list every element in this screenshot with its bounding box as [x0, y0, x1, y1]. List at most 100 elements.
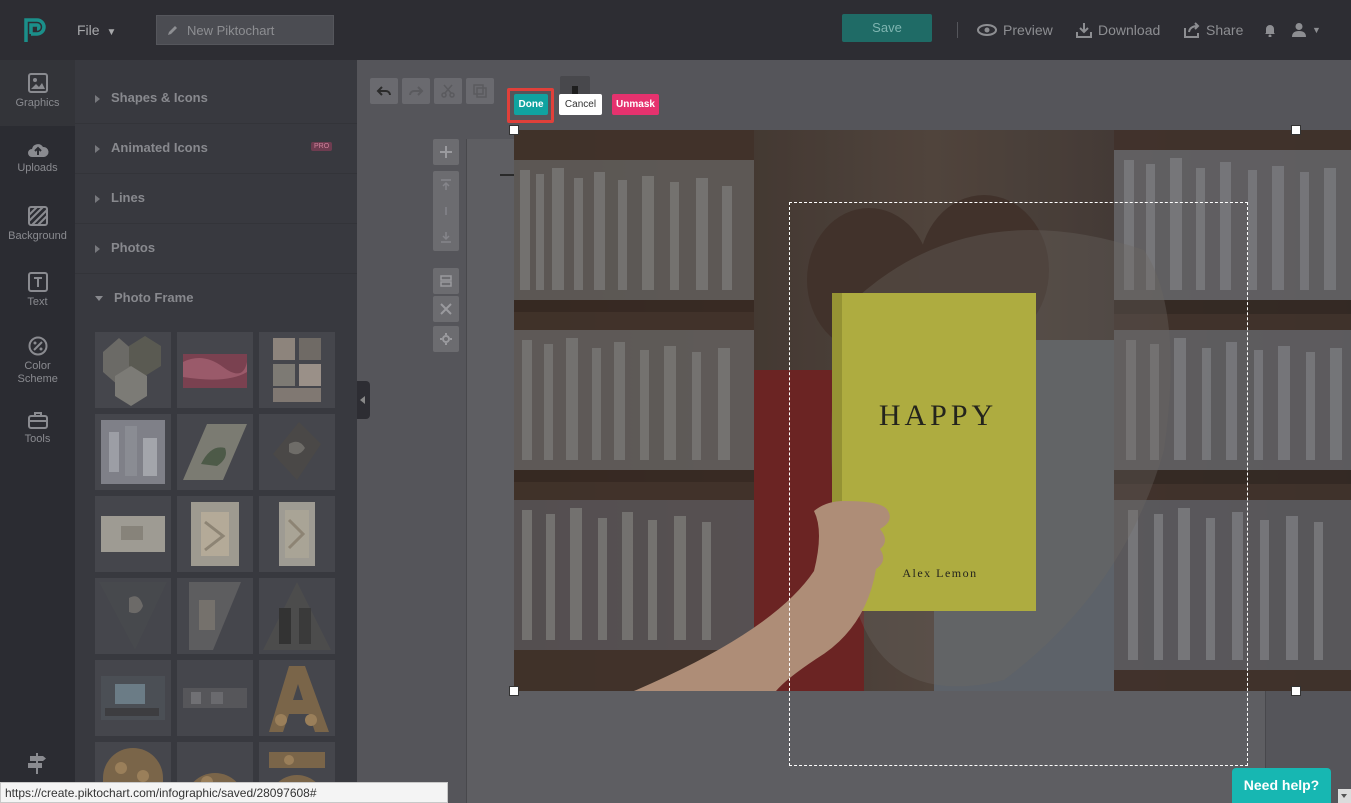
share-icon — [1184, 22, 1200, 38]
cancel-button[interactable]: Cancel — [559, 94, 602, 115]
mask-frame-selection[interactable] — [789, 202, 1248, 766]
photo-frame-thumbnail[interactable] — [177, 578, 253, 654]
rail-item-uploads[interactable]: Uploads — [0, 142, 75, 174]
cloud-upload-icon — [27, 144, 49, 157]
resize-handle-top-right[interactable] — [1291, 125, 1301, 135]
unmask-button[interactable]: Unmask — [612, 94, 659, 115]
status-url: https://create.piktochart.com/infographi… — [0, 782, 448, 803]
photo-frame-thumbnail[interactable] — [95, 660, 171, 736]
piktochart-logo[interactable] — [22, 16, 48, 44]
reorder-icon[interactable] — [440, 205, 452, 217]
resize-handle-top-left[interactable] — [509, 125, 519, 135]
redo-icon — [409, 86, 424, 96]
rail-item-color-scheme[interactable]: Color Scheme — [0, 336, 75, 386]
scroll-down-arrow[interactable] — [1338, 789, 1351, 803]
panel-collapse-toggle[interactable] — [357, 381, 370, 419]
divider — [75, 223, 357, 224]
add-page-button[interactable] — [433, 139, 459, 165]
photo-frame-thumbnail[interactable] — [95, 332, 171, 408]
left-rail: Graphics Uploads Background Text Color S… — [0, 60, 75, 803]
divider — [957, 22, 958, 38]
bell-icon[interactable] — [1264, 23, 1276, 37]
share-label: Share — [1206, 22, 1244, 38]
photo-frame-thumbnail[interactable] — [177, 496, 253, 572]
done-button[interactable]: Done — [514, 94, 548, 115]
pro-badge: PRO — [311, 142, 333, 151]
chevron-down-icon: ▼ — [106, 27, 117, 38]
rail-item-background[interactable]: Background — [0, 206, 75, 242]
share-button[interactable]: Share — [1184, 22, 1243, 38]
resize-handle-bottom-right[interactable] — [1291, 686, 1301, 696]
delete-block-button[interactable] — [433, 296, 459, 322]
resize-handle-bottom-left[interactable] — [509, 686, 519, 696]
photo-frame-thumbnail[interactable] — [95, 578, 171, 654]
move-up-icon[interactable] — [440, 179, 452, 191]
photo-frame-thumbnail[interactable] — [95, 414, 171, 490]
photo-frame-thumbnail[interactable] — [259, 496, 335, 572]
save-button[interactable]: Save — [842, 14, 932, 42]
copy-button[interactable] — [466, 78, 494, 104]
move-down-icon[interactable] — [440, 231, 452, 243]
rail-item-tools[interactable]: Tools — [0, 411, 75, 445]
palette-icon — [28, 336, 47, 356]
user-icon — [1292, 23, 1306, 37]
divider — [75, 273, 357, 274]
caret-right-icon — [95, 244, 100, 253]
preview-button[interactable]: Preview — [977, 22, 1053, 38]
text-icon — [27, 272, 48, 292]
caret-right-icon — [95, 144, 100, 153]
download-button[interactable]: Download — [1076, 22, 1160, 38]
top-bar: File ▼ New Piktochart Save Preview Downl… — [0, 0, 1351, 60]
photo-frame-thumbnail[interactable] — [259, 414, 335, 490]
block-move-controls — [433, 171, 459, 251]
category-photo-frame[interactable]: Photo Frame — [95, 290, 193, 305]
rail-item-label: Background — [8, 230, 67, 242]
divider — [75, 123, 357, 124]
toolbox-icon — [27, 412, 48, 429]
photo-frame-thumbnail[interactable] — [177, 332, 253, 408]
rail-item-label: Tools — [24, 433, 51, 445]
download-icon — [1076, 23, 1092, 38]
category-label: Animated Icons — [111, 140, 208, 155]
photo-frame-thumbnail[interactable] — [259, 578, 335, 654]
file-menu[interactable]: File ▼ — [77, 22, 116, 38]
copy-icon — [473, 84, 487, 98]
category-animated-icons[interactable]: Animated Icons — [95, 140, 208, 155]
title-input[interactable]: New Piktochart — [156, 15, 334, 45]
rail-item-text[interactable]: Text — [0, 272, 75, 308]
rail-item-graphics[interactable]: Graphics — [0, 60, 75, 126]
undo-icon — [376, 86, 391, 96]
photo-frame-thumbnail[interactable] — [177, 414, 253, 490]
duplicate-icon — [440, 275, 452, 287]
category-lines[interactable]: Lines — [95, 190, 145, 205]
download-label: Download — [1098, 22, 1161, 38]
title-placeholder: New Piktochart — [187, 23, 275, 38]
scissors-icon — [441, 84, 455, 98]
caret-right-icon — [95, 194, 100, 203]
photo-frame-thumbnail[interactable] — [259, 660, 335, 736]
divider — [75, 173, 357, 174]
signpost-icon[interactable] — [27, 752, 47, 774]
duplicate-block-button[interactable] — [433, 268, 459, 294]
chevron-down-icon: ▼ — [1312, 24, 1321, 35]
undo-button[interactable] — [370, 78, 398, 104]
user-menu[interactable]: ▼ — [1292, 22, 1321, 37]
category-shapes-icons[interactable]: Shapes & Icons — [95, 90, 208, 105]
category-label: Photos — [111, 240, 156, 255]
caret-down-icon — [95, 296, 103, 302]
photo-frame-thumbnail[interactable] — [259, 332, 335, 408]
file-menu-label: File — [77, 22, 100, 38]
photo-frame-thumbnail[interactable] — [95, 496, 171, 572]
redo-button[interactable] — [402, 78, 430, 104]
need-help-button[interactable]: Need help? — [1232, 768, 1331, 803]
rail-item-label: Color Scheme — [17, 360, 58, 385]
category-label: Lines — [111, 190, 145, 205]
rail-item-label: Text — [27, 296, 48, 308]
category-photos[interactable]: Photos — [95, 240, 155, 255]
background-icon — [27, 206, 48, 226]
block-settings-button[interactable] — [433, 326, 459, 352]
close-icon — [440, 303, 452, 315]
cut-button[interactable] — [434, 78, 462, 104]
caret-right-icon — [95, 94, 100, 103]
photo-frame-thumbnail[interactable] — [177, 660, 253, 736]
